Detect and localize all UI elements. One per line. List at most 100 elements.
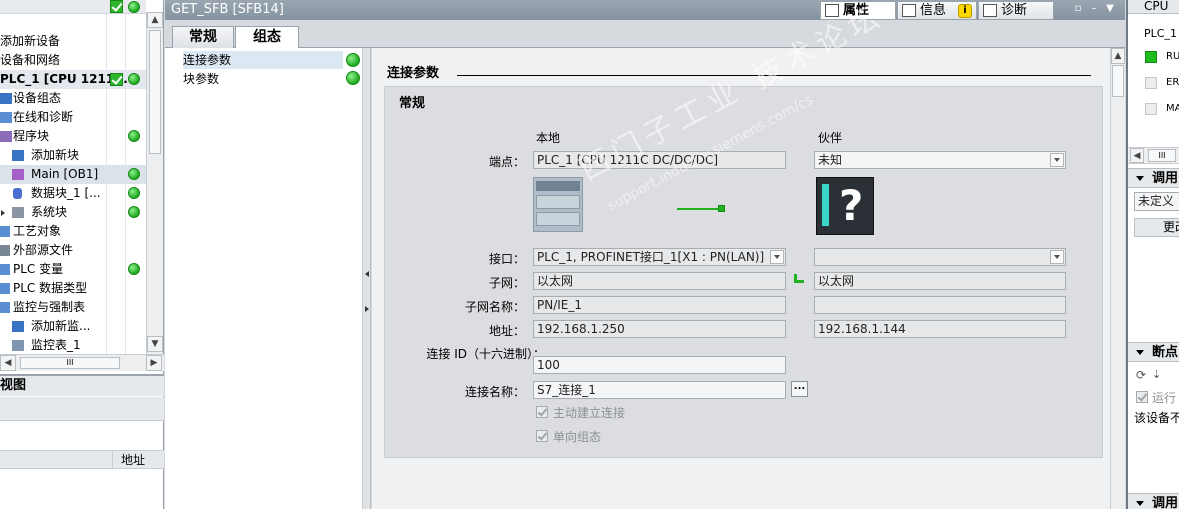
scroll-up-button[interactable]: ▲ <box>1111 48 1125 64</box>
tree-item-add-watch[interactable]: 添加新监... <box>0 317 146 336</box>
tree-item-label: 数据块_1 [... <box>31 186 101 200</box>
tree-item-label: 添加新设备 <box>0 34 61 48</box>
expand-arrow-icon[interactable] <box>1 210 5 216</box>
interface-label: 接口： <box>488 252 525 266</box>
change-button[interactable]: 更改 <box>1134 218 1179 237</box>
float-window-icon[interactable]: ▫ <box>1072 3 1084 15</box>
minimize-icon[interactable]: – <box>1088 3 1100 15</box>
run-led-icon <box>1145 51 1157 63</box>
nav-splitter[interactable] <box>363 48 371 509</box>
tree-item-label: PLC 变量 <box>13 262 64 276</box>
error-led-icon <box>1145 77 1157 89</box>
partner-endpoint-select[interactable]: 未知 <box>814 151 1066 169</box>
nav-item-label: 连接参数 <box>183 53 232 67</box>
tree-item-system-blocks[interactable]: 系统块 <box>0 203 146 222</box>
connection-id-input[interactable]: 100 <box>533 356 786 374</box>
cpu-panel-label: CPU <box>1144 0 1169 13</box>
check-icon <box>110 0 123 13</box>
scroll-thumb[interactable] <box>149 30 161 154</box>
call-pane-header[interactable]: 调用 <box>1128 168 1179 188</box>
run-checkbox[interactable] <box>1136 391 1148 403</box>
device-name: PLC_1 <box>1144 27 1177 40</box>
tree-item-plc-tags[interactable]: PLC 变量 <box>0 260 146 279</box>
chevron-down-icon[interactable] <box>1050 153 1064 167</box>
tree-item-add-block[interactable]: 添加新块 <box>0 146 146 165</box>
tree-item-main-ob1[interactable]: Main [OB1] <box>0 165 146 184</box>
chevron-down-icon[interactable] <box>770 250 784 264</box>
inspector-tabstrip: 常规 组态 <box>165 20 1125 49</box>
device-config-icon <box>0 93 12 104</box>
subnet-label: 子网： <box>488 276 525 290</box>
chevron-down-icon[interactable] <box>1050 250 1064 264</box>
active-connection-checkbox[interactable] <box>536 406 548 418</box>
expand-right-icon[interactable] <box>365 306 369 312</box>
breakpoints-pane-header[interactable]: 断点 <box>1128 342 1179 362</box>
tree-item-devices-networks[interactable]: 设备和网络 <box>0 51 146 70</box>
tree-vertical-scrollbar[interactable]: ▲ ▼ <box>146 12 163 354</box>
scroll-left-button[interactable]: ◀ <box>0 355 16 371</box>
scroll-up-button[interactable]: ▲ <box>147 12 163 28</box>
panel-horizontal-scrollbar[interactable]: ◀ III <box>1128 147 1179 164</box>
call-hierarchy-pane-header[interactable]: 调用 <box>1128 493 1179 509</box>
tab-info[interactable]: 信息 i <box>897 1 977 20</box>
tree-item-add-device[interactable]: 添加新设备 <box>0 32 146 51</box>
scroll-thumb[interactable] <box>1112 65 1124 97</box>
tree-horizontal-scrollbar[interactable]: ◀ III ▶ <box>0 354 164 371</box>
tab-general-label: 常规 <box>189 29 217 45</box>
oneway-config-checkbox[interactable] <box>536 430 548 442</box>
local-address-field: 192.168.1.250 <box>533 320 786 338</box>
tree-item-label: 外部源文件 <box>13 243 74 257</box>
tree-item-watch-table-1[interactable]: 监控表_1 <box>0 336 146 354</box>
collapse-icon[interactable]: ▼ <box>1104 3 1116 15</box>
tab-configuration[interactable]: 组态 <box>235 26 299 49</box>
browse-button[interactable]: ... <box>791 381 808 397</box>
active-connection-label: 主动建立连接 <box>553 406 626 420</box>
chevron-down-icon <box>1136 501 1144 506</box>
tree-item-plc1[interactable]: PLC_1 [CPU 1211... <box>0 70 146 89</box>
tree-item-external-sources[interactable]: 外部源文件 <box>0 241 146 260</box>
tree-item-label: Main [OB1] <box>31 167 99 181</box>
tree-item-data-block[interactable]: 数据块_1 [... <box>0 184 146 203</box>
connection-name-input[interactable]: S7_连接_1 <box>533 381 786 399</box>
collapse-left-icon[interactable] <box>365 271 369 277</box>
group-title: 常规 <box>399 96 426 111</box>
call-pane-title: 调用 <box>1152 171 1179 186</box>
tree-item-device-config[interactable]: 设备组态 <box>0 89 146 108</box>
nav-item-block-params[interactable]: 块参数 <box>183 70 343 88</box>
nav-item-connection-params[interactable]: 连接参数 <box>183 51 343 69</box>
content-vertical-scrollbar[interactable]: ▲ <box>1110 48 1125 509</box>
task-panel: CPU PLC_1 RU ER MA ◀ III 调用 未定义 更改 断点 ⟳ … <box>1126 0 1179 509</box>
tab-diagnostics[interactable]: 诊断 <box>978 1 1054 20</box>
local-interface-select[interactable]: PLC_1, PROFINET接口_1[X1 : PN(LAN)] <box>533 248 786 266</box>
scroll-right-button[interactable]: ▶ <box>146 355 162 371</box>
tree-item-plc-datatypes[interactable]: PLC 数据类型 <box>0 279 146 298</box>
tree-item-label: PLC_1 [CPU 1211... <box>0 72 128 86</box>
tree-item-label: 在线和诊断 <box>13 110 74 124</box>
plc-datatype-icon <box>0 283 10 294</box>
watch-table-folder-icon <box>0 302 10 313</box>
status-ok-icon <box>128 263 140 275</box>
partner-address-field[interactable]: 192.168.1.144 <box>814 320 1066 338</box>
tree-item-label: PLC 数据类型 <box>13 281 88 295</box>
tab-general[interactable]: 常规 <box>172 26 234 48</box>
tree-item-program-blocks[interactable]: 程序块 <box>0 127 146 146</box>
task-panel-header: CPU <box>1128 0 1179 14</box>
breakpoint-toolbar: ⟳ ⇣ <box>1136 368 1176 382</box>
add-watch-table-icon <box>12 321 24 332</box>
connection-port-icon <box>718 205 725 212</box>
scroll-left-button[interactable]: ◀ <box>1130 148 1144 163</box>
breakpoint-icon[interactable]: ⟳ <box>1136 368 1146 382</box>
inspector-window: GET_SFB [SFB14] 属性 信息 i 诊断 ▫ – ▼ 常规 组态 连… <box>165 0 1125 509</box>
scroll-thumb[interactable]: III <box>20 357 120 369</box>
local-subnet-field: 以太网 <box>533 272 786 290</box>
check-icon <box>110 73 123 86</box>
undefined-field[interactable]: 未定义 <box>1134 192 1179 211</box>
address-column-header[interactable]: 地址 <box>121 451 145 469</box>
scroll-thumb[interactable]: III <box>1148 149 1176 162</box>
scroll-down-button[interactable]: ▼ <box>147 336 163 352</box>
download-icon[interactable]: ⇣ <box>1152 368 1161 381</box>
tree-item-watch-force[interactable]: 监控与强制表 <box>0 298 146 317</box>
tree-item-tech-objects[interactable]: 工艺对象 <box>0 222 146 241</box>
tree-item-online-diag[interactable]: 在线和诊断 <box>0 108 146 127</box>
partner-interface-select[interactable] <box>814 248 1066 266</box>
